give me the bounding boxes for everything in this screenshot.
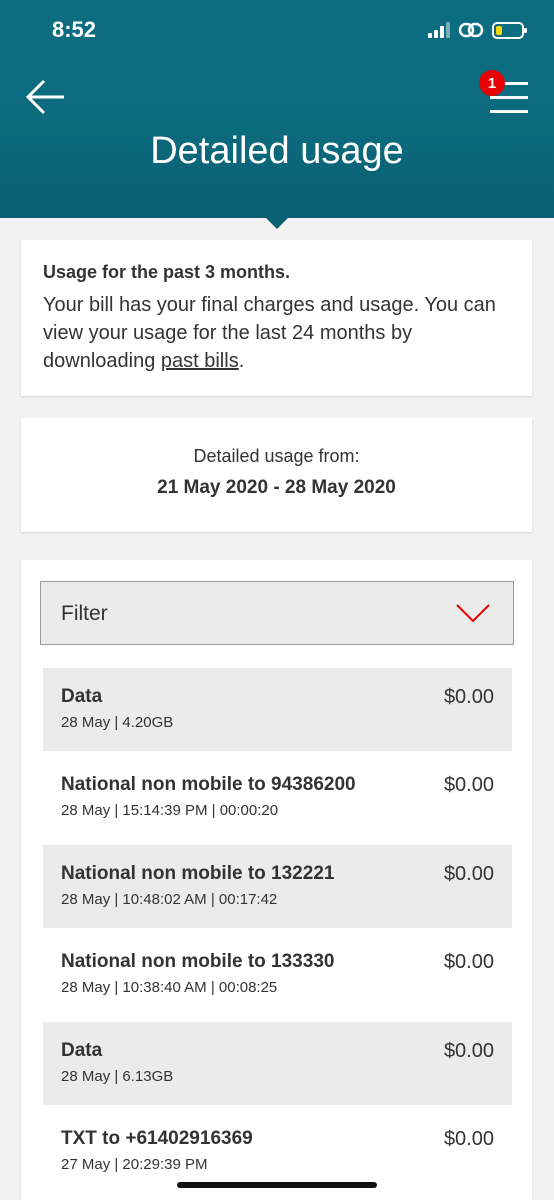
usage-row-title: National non mobile to 94386200 <box>61 774 356 795</box>
usage-list-card: Filter Data 28 May | 4.20GB $0.00 Nation… <box>21 560 532 1200</box>
usage-row: TXT to +61402916369 27 May | 20:29:39 PM… <box>43 1110 512 1193</box>
filter-dropdown[interactable]: Filter <box>40 581 514 645</box>
status-time: 8:52 <box>52 17 97 42</box>
usage-row-title: National non mobile to 133330 <box>61 951 335 972</box>
usage-row-title: TXT to +61402916369 <box>61 1128 253 1149</box>
usage-row-details: 28 May | 6.13GB <box>61 1068 174 1085</box>
link-icon <box>458 22 484 38</box>
usage-row: Data 28 May | 4.20GB $0.00 <box>43 668 512 751</box>
usage-row-details: 28 May | 4.20GB <box>61 714 174 731</box>
range-value: 21 May 2020 - 28 May 2020 <box>157 477 396 498</box>
info-text-end: . <box>238 350 245 372</box>
info-title: Usage for the past 3 months. <box>43 262 291 282</box>
usage-row-title: Data <box>61 686 103 707</box>
battery-icon <box>492 21 527 39</box>
usage-row: National non mobile to 132221 28 May | 1… <box>43 845 512 928</box>
usage-row: National non mobile to 133330 28 May | 1… <box>43 933 512 1016</box>
usage-row-amount: $0.00 <box>443 1128 494 1150</box>
usage-row-title: National non mobile to 132221 <box>61 863 335 884</box>
home-indicator[interactable] <box>177 1182 377 1188</box>
usage-row-amount: $0.00 <box>443 1040 494 1062</box>
header-pointer <box>266 218 288 229</box>
arrow-left-icon[interactable] <box>22 74 68 120</box>
cellular-signal-icon <box>428 22 450 38</box>
app-header: 8:52 1 Detailed usage <box>0 0 554 218</box>
usage-row-details: 28 May | 10:38:40 AM | 00:08:25 <box>61 979 278 996</box>
usage-row-details: 28 May | 15:14:39 PM | 00:00:20 <box>61 802 279 819</box>
usage-info-card: Usage for the past 3 months. Your bill h… <box>21 240 532 396</box>
status-icons <box>428 18 527 42</box>
info-text-start: Your bill has your final charges and usa… <box>43 294 496 372</box>
usage-row: National non mobile to 94386200 28 May |… <box>43 756 512 839</box>
date-range-card: Detailed usage from: 21 May 2020 - 28 Ma… <box>21 418 532 532</box>
usage-row-amount: $0.00 <box>443 774 494 796</box>
usage-row-amount: $0.00 <box>443 951 494 973</box>
range-label: Detailed usage from: <box>193 446 360 466</box>
usage-row-amount: $0.00 <box>443 686 494 708</box>
chevron-down-icon <box>456 604 490 623</box>
usage-row-amount: $0.00 <box>443 863 494 885</box>
usage-row: Data 28 May | 6.13GB $0.00 <box>43 1022 512 1105</box>
notification-badge: 1 <box>479 70 505 96</box>
filter-label: Filter <box>61 602 108 625</box>
usage-row-title: Data <box>61 1040 103 1061</box>
page-title: Detailed usage <box>150 130 404 172</box>
usage-row-details: 27 May | 20:29:39 PM <box>61 1156 208 1173</box>
usage-row-details: 28 May | 10:48:02 AM | 00:17:42 <box>61 891 278 908</box>
info-text: Your bill has your final charges and usa… <box>43 291 510 375</box>
past-bills-link[interactable]: past bills <box>161 350 239 372</box>
